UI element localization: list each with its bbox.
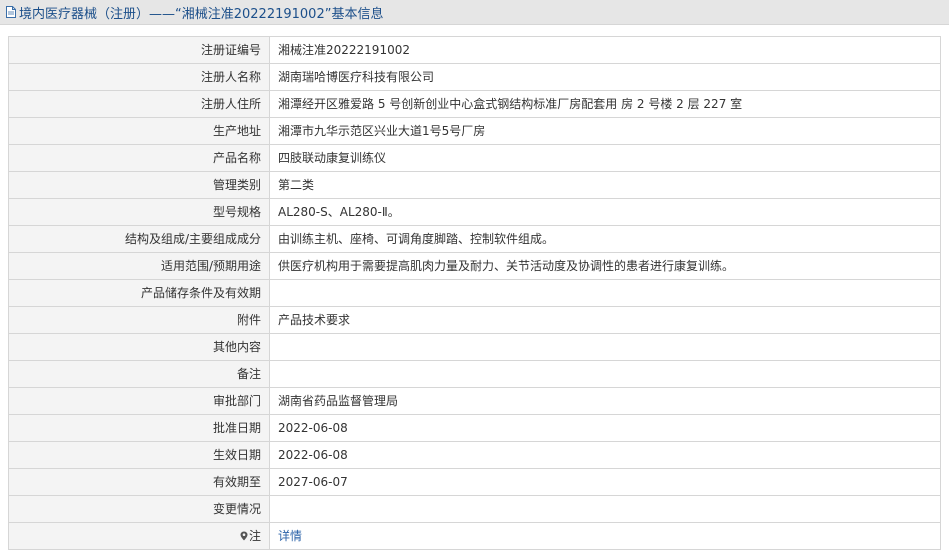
field-value: 湖南省药品监督管理局 xyxy=(269,387,941,415)
info-table: 注册证编号 湘械注准20222191002 注册人名称 湖南瑞哈博医疗科技有限公司 注册… xyxy=(8,36,941,550)
field-value: 湖南瑞哈博医疗科技有限公司 xyxy=(269,63,941,91)
field-label: 生效日期 xyxy=(8,441,270,469)
table-row: 其他内容 xyxy=(8,333,941,361)
table-row: 注册人住所 湘潭经开区雅爱路 5 号创新创业中心盒式钢结构标准厂房配套用 房 2 … xyxy=(8,90,941,118)
field-label: 结构及组成/主要组成成分 xyxy=(8,225,270,253)
field-value: 产品技术要求 xyxy=(269,306,941,334)
table-row: 产品名称 四肢联动康复训练仪 xyxy=(8,144,941,172)
field-label: 批准日期 xyxy=(8,414,270,442)
document-icon xyxy=(6,6,16,18)
note-row: 注 详情 xyxy=(8,522,941,550)
field-value: AL280-S、AL280-Ⅱ。 xyxy=(269,198,941,226)
field-value: 湘潭市九华示范区兴业大道1号5号厂房 xyxy=(269,117,941,145)
page-title-bar: 境内医疗器械（注册）——“湘械注准20222191002”基本信息 xyxy=(0,0,949,25)
table-row: 注册人名称 湖南瑞哈博医疗科技有限公司 xyxy=(8,63,941,91)
field-value: 供医疗机构用于需要提高肌肉力量及耐力、关节活动度及协调性的患者进行康复训练。 xyxy=(269,252,941,280)
field-value: 湘潭经开区雅爱路 5 号创新创业中心盒式钢结构标准厂房配套用 房 2 号楼 2 … xyxy=(269,90,941,118)
field-label: 审批部门 xyxy=(8,387,270,415)
table-row: 审批部门 湖南省药品监督管理局 xyxy=(8,387,941,415)
field-value: 由训练主机、座椅、可调角度脚踏、控制软件组成。 xyxy=(269,225,941,253)
table-row: 有效期至 2027-06-07 xyxy=(8,468,941,496)
field-label: 产品名称 xyxy=(8,144,270,172)
note-value-cell: 详情 xyxy=(269,522,941,550)
field-value xyxy=(269,333,941,361)
field-label: 备注 xyxy=(8,360,270,388)
field-label: 其他内容 xyxy=(8,333,270,361)
field-value: 第二类 xyxy=(269,171,941,199)
table-row: 管理类别 第二类 xyxy=(8,171,941,199)
field-value xyxy=(269,495,941,523)
field-label: 型号规格 xyxy=(8,198,270,226)
table-row: 适用范围/预期用途 供医疗机构用于需要提高肌肉力量及耐力、关节活动度及协调性的患者… xyxy=(8,252,941,280)
table-row: 结构及组成/主要组成成分 由训练主机、座椅、可调角度脚踏、控制软件组成。 xyxy=(8,225,941,253)
table-row: 生产地址 湘潭市九华示范区兴业大道1号5号厂房 xyxy=(8,117,941,145)
field-value: 2022-06-08 xyxy=(269,414,941,442)
field-label: 注册证编号 xyxy=(8,36,270,64)
field-value: 2027-06-07 xyxy=(269,468,941,496)
note-label-cell: 注 xyxy=(8,522,270,550)
table-row: 批准日期 2022-06-08 xyxy=(8,414,941,442)
note-label: 注 xyxy=(248,529,261,543)
table-row: 变更情况 xyxy=(8,495,941,523)
field-label: 变更情况 xyxy=(8,495,270,523)
table-row: 生效日期 2022-06-08 xyxy=(8,441,941,469)
field-value: 四肢联动康复训练仪 xyxy=(269,144,941,172)
field-label: 产品储存条件及有效期 xyxy=(8,279,270,307)
field-value: 2022-06-08 xyxy=(269,441,941,469)
field-value: 湘械注准20222191002 xyxy=(269,36,941,64)
field-value xyxy=(269,360,941,388)
field-label: 生产地址 xyxy=(8,117,270,145)
location-pin-icon xyxy=(240,531,248,541)
field-label: 注册人名称 xyxy=(8,63,270,91)
table-row: 产品储存条件及有效期 xyxy=(8,279,941,307)
table-row: 附件 产品技术要求 xyxy=(8,306,941,334)
page-title: 境内医疗器械（注册）——“湘械注准20222191002”基本信息 xyxy=(19,6,384,22)
table-row: 备注 xyxy=(8,360,941,388)
field-label: 有效期至 xyxy=(8,468,270,496)
details-link[interactable]: 详情 xyxy=(278,529,302,543)
field-value xyxy=(269,279,941,307)
field-label: 注册人住所 xyxy=(8,90,270,118)
table-row: 注册证编号 湘械注准20222191002 xyxy=(8,36,941,64)
field-label: 附件 xyxy=(8,306,270,334)
field-label: 适用范围/预期用途 xyxy=(8,252,270,280)
table-row: 型号规格 AL280-S、AL280-Ⅱ。 xyxy=(8,198,941,226)
field-label: 管理类别 xyxy=(8,171,270,199)
